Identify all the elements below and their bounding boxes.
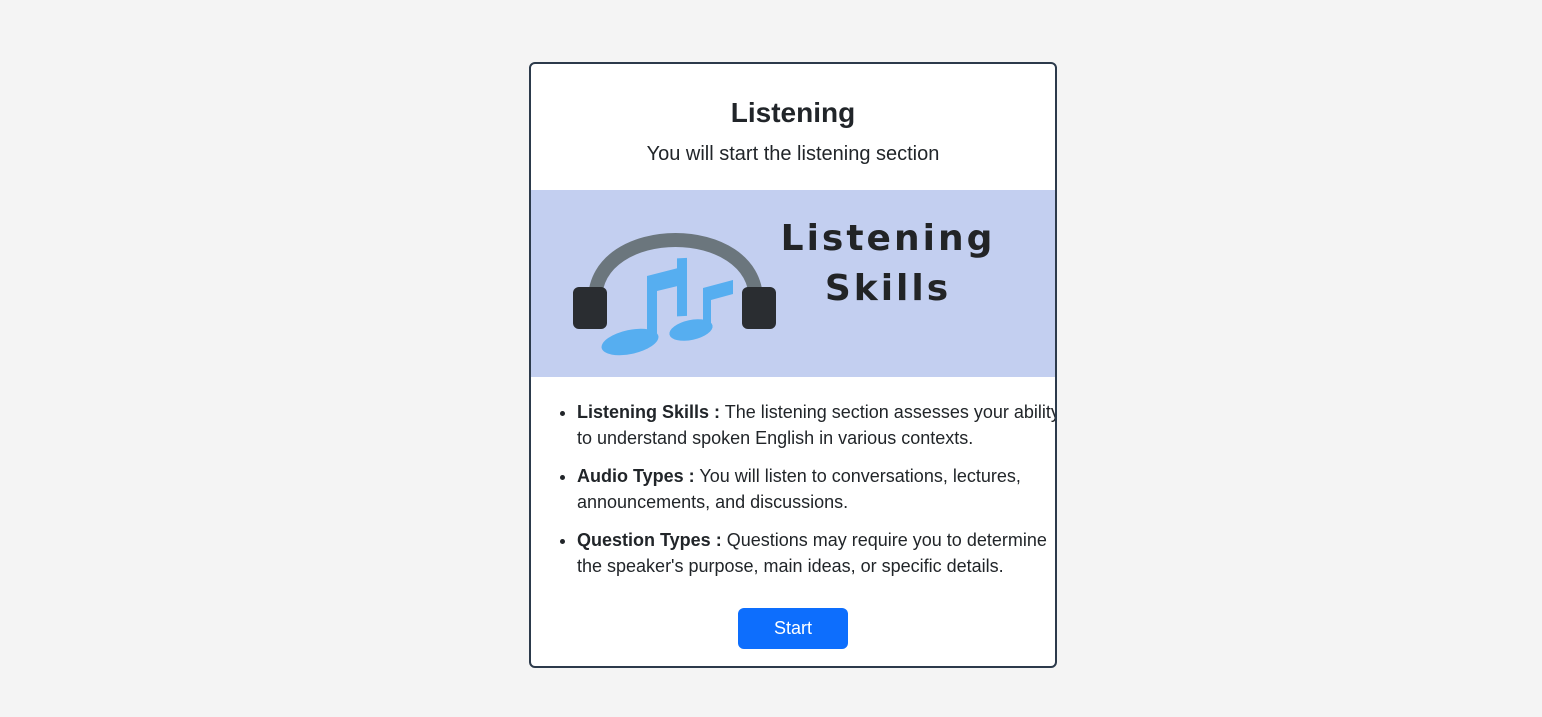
info-item-question-types: Question Types : Questions may require y… [577,527,1055,579]
info-label: Listening Skills : [577,402,721,422]
listening-intro-card: Listening You will start the listening s… [529,62,1057,668]
headphones-music-icon: Listening Skills [573,218,996,356]
banner-line1: Listening [781,218,996,259]
page-subtitle: You will start the listening section [646,143,940,165]
banner-line2: Skills [825,268,951,309]
info-list: Listening Skills : The listening section… [557,399,1055,591]
start-button[interactable]: Start [738,608,848,649]
info-label: Question Types : [577,530,722,550]
info-label: Audio Types : [577,466,695,486]
page-title: Listening [730,97,856,128]
listening-skills-banner: Listening Skills [531,190,1055,377]
info-item-listening-skills: Listening Skills : The listening section… [577,399,1055,451]
info-item-audio-types: Audio Types : You will listen to convers… [577,463,1055,515]
